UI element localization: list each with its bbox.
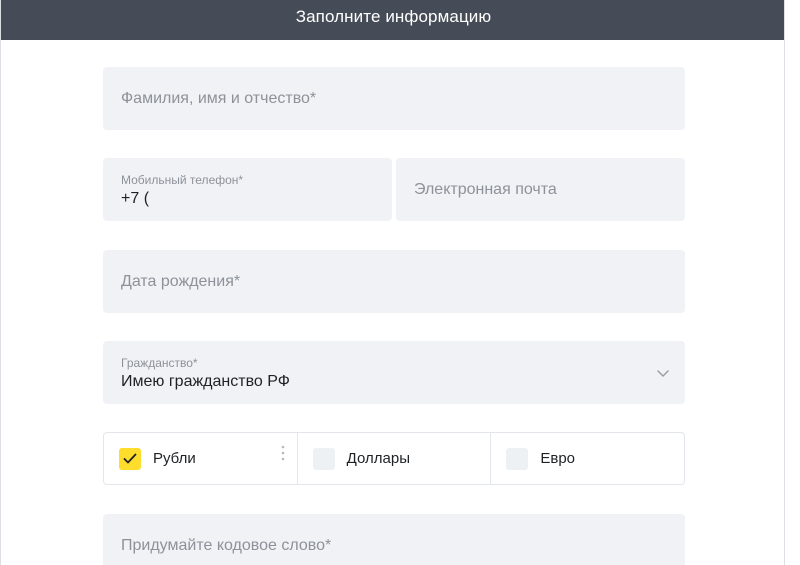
page-header: Заполните информацию bbox=[1, 0, 784, 40]
email-field[interactable]: Электронная почта bbox=[396, 158, 685, 221]
full-name-placeholder: Фамилия, имя и отчество* bbox=[121, 89, 317, 107]
rub-label: Рубли bbox=[153, 450, 196, 467]
check-icon bbox=[123, 453, 137, 463]
form-window: Заполните информацию Фамилия, имя и отче… bbox=[0, 0, 785, 565]
citizenship-select[interactable]: Гражданство* Имею гражданство РФ bbox=[103, 341, 685, 404]
full-name-field[interactable]: Фамилия, имя и отчество* bbox=[103, 67, 685, 130]
birth-date-field[interactable]: Дата рождения* bbox=[103, 250, 685, 313]
citizenship-label: Гражданство* bbox=[121, 356, 198, 370]
citizenship-value: Имею гражданство РФ bbox=[121, 373, 290, 390]
code-word-field[interactable]: Придумайте кодовое слово* bbox=[103, 514, 685, 565]
currency-selector: Рубли Доллары Евро bbox=[103, 432, 685, 485]
currency-option-eur[interactable]: Евро bbox=[491, 433, 684, 484]
code-word-placeholder: Придумайте кодовое слово* bbox=[121, 536, 332, 554]
birth-date-placeholder: Дата рождения* bbox=[121, 272, 241, 290]
eur-checkbox[interactable] bbox=[506, 447, 529, 470]
phone-value: +7 ( bbox=[121, 190, 150, 207]
phone-field[interactable]: Мобильный телефон* +7 ( bbox=[103, 158, 392, 221]
currency-option-rub[interactable]: Рубли bbox=[104, 433, 298, 484]
email-placeholder: Электронная почта bbox=[414, 180, 557, 198]
currency-option-usd[interactable]: Доллары bbox=[298, 433, 492, 484]
rub-checkbox[interactable] bbox=[119, 447, 141, 470]
phone-label: Мобильный телефон* bbox=[121, 173, 244, 187]
page-title: Заполните информацию bbox=[295, 7, 492, 26]
usd-checkbox[interactable] bbox=[312, 447, 335, 470]
usd-label: Доллары bbox=[346, 450, 410, 467]
vertical-dots-icon[interactable] bbox=[281, 445, 285, 461]
eur-label: Евро bbox=[540, 450, 576, 467]
chevron-down-icon[interactable] bbox=[657, 366, 669, 378]
